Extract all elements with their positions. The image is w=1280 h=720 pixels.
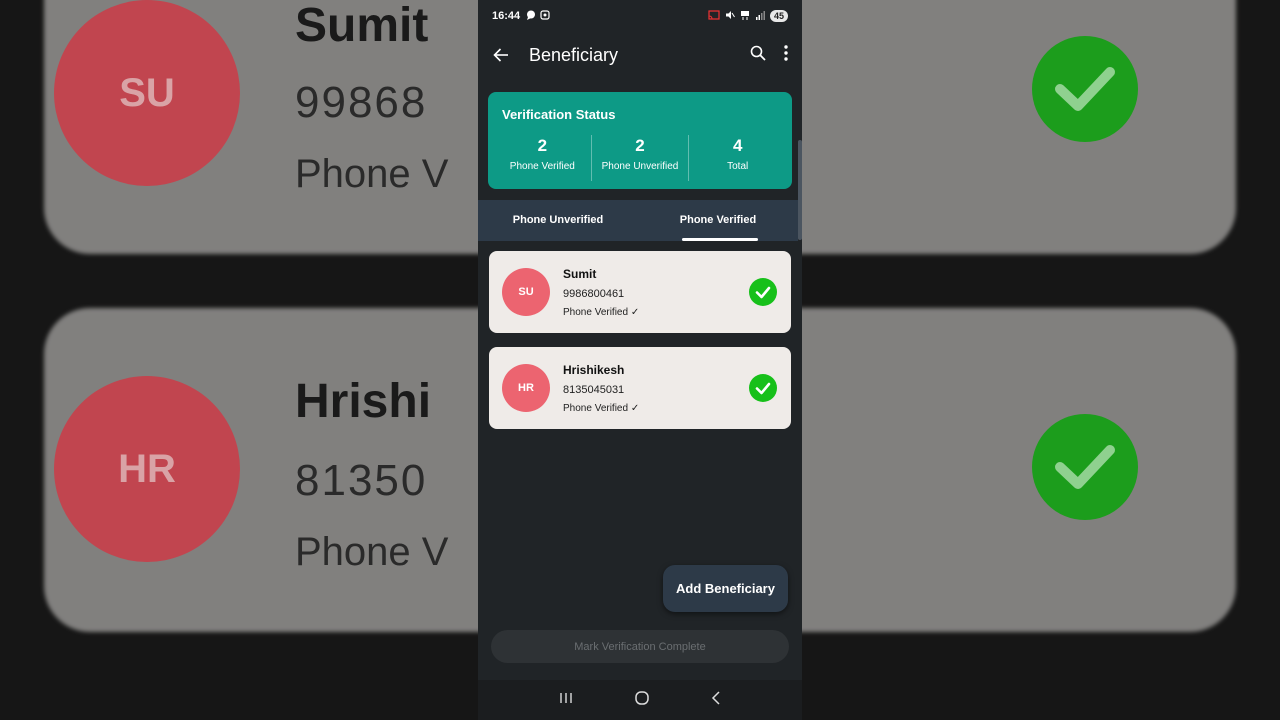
stat-label: Total — [727, 161, 749, 172]
scrollbar[interactable] — [798, 140, 802, 240]
status-time: 16:44 — [492, 10, 521, 22]
back-arrow-icon[interactable] — [478, 48, 524, 62]
sync-icon — [540, 10, 550, 22]
stat-value: 2 — [635, 136, 645, 155]
system-nav-bar — [478, 680, 802, 720]
stat-value: 4 — [732, 136, 743, 155]
cast-icon — [708, 10, 720, 22]
stat-label: Phone Verified — [509, 161, 575, 172]
beneficiary-status: Phone Verified ✓ — [563, 307, 640, 318]
bg-check-icon — [1032, 36, 1138, 142]
bg-status: Phone V — [295, 530, 449, 574]
home-icon[interactable] — [634, 690, 650, 711]
bg-name: Sumit — [295, 0, 429, 52]
verification-status-title: Verification Status — [502, 107, 616, 122]
more-vert-icon[interactable] — [784, 44, 788, 66]
beneficiary-phone: 8135045031 — [563, 384, 625, 396]
bg-status: Phone V — [295, 152, 449, 196]
tab-phone-unverified[interactable]: Phone Unverified — [478, 200, 638, 241]
mute-icon — [725, 10, 735, 22]
battery-indicator: 45 — [769, 10, 788, 22]
verification-status-card: Verification Status 2 Phone Verified 2 P… — [488, 92, 792, 189]
mark-verification-complete-button[interactable]: Mark Verification Complete — [491, 630, 789, 663]
avatar: HR — [502, 364, 550, 412]
bg-phone: 81350 — [295, 456, 428, 505]
tab-phone-verified[interactable]: Phone Verified — [638, 200, 798, 241]
status-bar: 16:44 45 — [478, 0, 802, 32]
check-circle-icon — [749, 278, 777, 306]
stat-label: Phone Unverified — [601, 161, 679, 172]
signal-icon — [755, 10, 765, 22]
app-bar: Beneficiary — [478, 32, 802, 78]
beneficiary-card[interactable]: HR Hrishikesh 8135045031 Phone Verified … — [489, 347, 791, 429]
bg-name: Hrishi — [295, 375, 432, 428]
check-circle-icon — [749, 374, 777, 402]
lte-icon — [740, 10, 750, 22]
beneficiary-status: Phone Verified ✓ — [563, 403, 640, 414]
search-icon[interactable] — [750, 45, 766, 66]
tab-bar: Phone Unverified Phone Verified — [478, 200, 798, 241]
stat-phone-unverified: 2 Phone Unverified — [592, 135, 690, 181]
recent-apps-icon[interactable] — [559, 691, 573, 709]
page-title: Beneficiary — [529, 44, 619, 65]
bg-phone: 99868 — [295, 78, 428, 127]
bg-avatar: HR — [54, 376, 240, 562]
beneficiary-phone: 9986800461 — [563, 288, 625, 300]
beneficiary-name: Sumit — [563, 267, 597, 281]
chat-icon — [526, 10, 536, 22]
stat-total: 4 Total — [689, 135, 786, 181]
phone-screen: 16:44 45 Beneficiary Verification Status… — [478, 0, 802, 720]
beneficiary-name: Hrishikesh — [563, 363, 625, 377]
back-nav-icon[interactable] — [711, 690, 721, 710]
stat-phone-verified: 2 Phone Verified — [494, 135, 592, 181]
bg-avatar: SU — [54, 0, 240, 186]
bg-check-icon — [1032, 414, 1138, 520]
avatar: SU — [502, 268, 550, 316]
beneficiary-card[interactable]: SU Sumit 9986800461 Phone Verified ✓ — [489, 251, 791, 333]
add-beneficiary-button[interactable]: Add Beneficiary — [663, 565, 788, 612]
stat-value: 2 — [537, 136, 548, 155]
